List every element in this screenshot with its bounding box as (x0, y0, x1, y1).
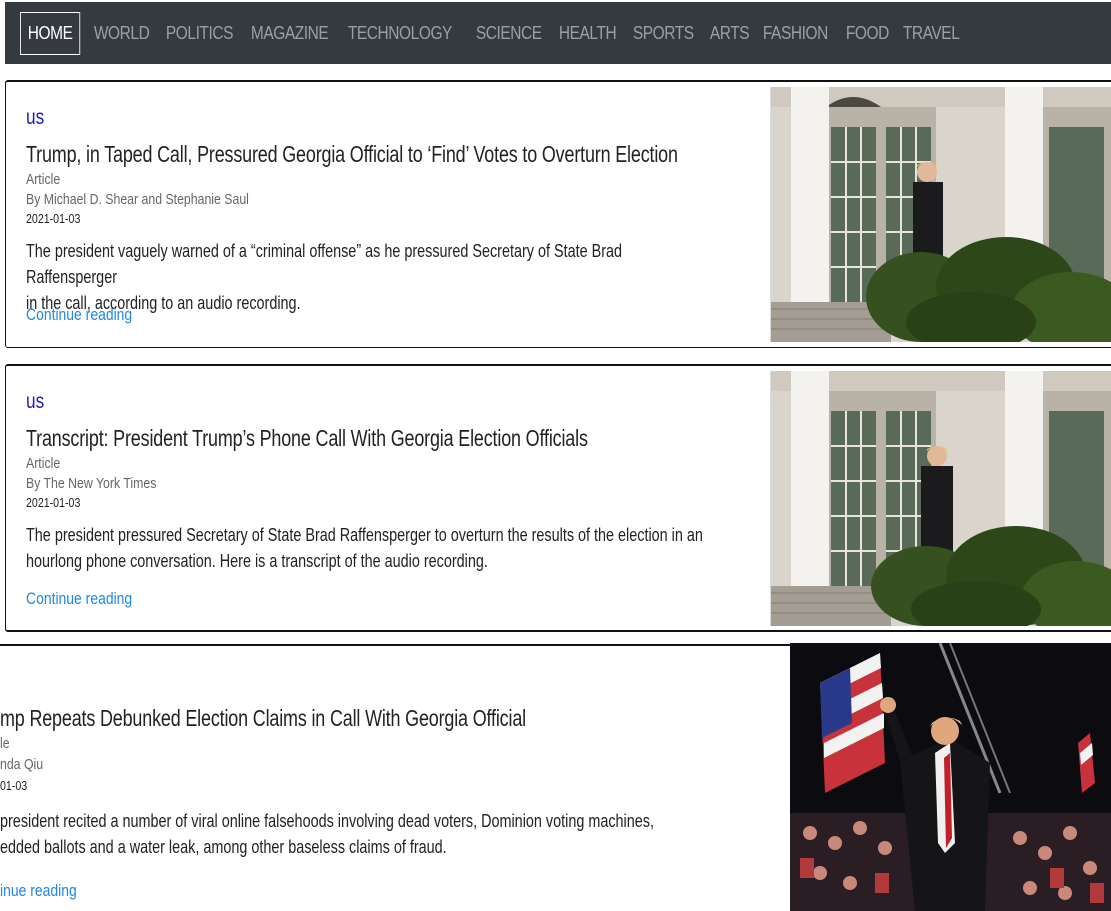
article-headline[interactable]: mp Repeats Debunked Election Claims in C… (0, 705, 526, 732)
nav-item-politics[interactable]: POLITICS (159, 23, 240, 44)
abstract-line: The president vaguely warned of a “crimi… (26, 241, 623, 287)
article-date: 2021-01-03 (26, 496, 81, 510)
article-card: us Trump, in Taped Call, Pressured Georg… (5, 80, 1111, 348)
article-type: Article (26, 455, 61, 472)
article-thumbnail[interactable] (770, 87, 1111, 342)
abstract-line: The president pressured Secretary of Sta… (26, 525, 703, 545)
continue-reading-link[interactable]: Continue reading (26, 589, 132, 609)
white-house-photo (771, 87, 1111, 342)
nav-item-magazine[interactable]: MAGAZINE (244, 23, 335, 44)
abstract-line: president recited a number of viral onli… (0, 811, 654, 831)
article-byline: By The New York Times (26, 475, 157, 492)
section-label[interactable]: us (26, 390, 44, 414)
nav-item-arts[interactable]: ARTS (703, 23, 756, 44)
continue-reading-link[interactable]: Continue reading (26, 305, 132, 325)
abstract-line: edded ballots and a water leak, among ot… (0, 837, 447, 857)
nav-item-world[interactable]: WORLD (87, 23, 156, 44)
nav-item-technology[interactable]: TECHNOLOGY (341, 23, 459, 44)
article-card: us Transcript: President Trump’s Phone C… (5, 364, 1111, 632)
nav-item-health[interactable]: HEALTH (552, 23, 623, 44)
abstract-line: hourlong phone conversation. Here is a t… (26, 551, 488, 571)
nav-item-travel[interactable]: TRAVEL (896, 23, 966, 44)
article-thumbnail[interactable] (770, 371, 1111, 626)
nav-item-science[interactable]: SCIENCE (469, 23, 549, 44)
article-headline[interactable]: Transcript: President Trump’s Phone Call… (26, 425, 588, 452)
continue-reading-link[interactable]: inue reading (0, 881, 77, 901)
article-thumbnail[interactable] (790, 643, 1111, 911)
white-house-photo (771, 371, 1111, 626)
article-type: Article (26, 171, 61, 188)
article-date: 01-03 (0, 779, 28, 793)
article-headline[interactable]: Trump, in Taped Call, Pressured Georgia … (26, 141, 678, 168)
nav-item-fashion[interactable]: FASHION (756, 23, 835, 44)
nav-item-home[interactable]: HOME (20, 11, 81, 55)
nav-item-food[interactable]: FOOD (839, 23, 896, 44)
article-abstract: The president pressured Secretary of Sta… (26, 522, 714, 574)
top-nav-bar: HOME WORLD POLITICS MAGAZINE TECHNOLOGY … (5, 2, 1111, 64)
article-byline: nda Qiu (0, 756, 44, 773)
rally-photo (790, 643, 1111, 911)
article-type: le (0, 735, 10, 752)
nav-item-sports[interactable]: SPORTS (626, 23, 701, 44)
article-abstract: president recited a number of viral onli… (0, 808, 688, 860)
section-label[interactable]: us (26, 106, 44, 130)
article-byline: By Michael D. Shear and Stephanie Saul (26, 191, 249, 208)
article-date: 2021-01-03 (26, 212, 81, 226)
